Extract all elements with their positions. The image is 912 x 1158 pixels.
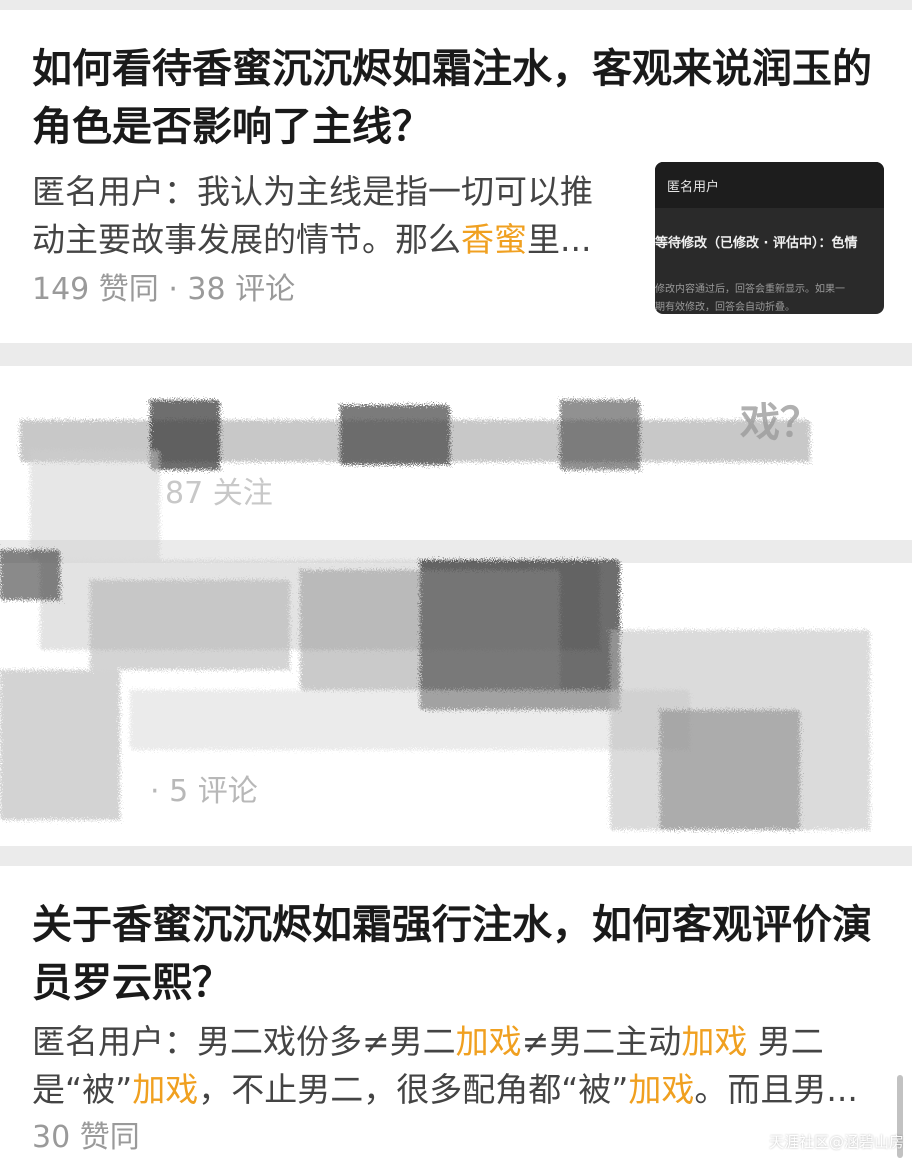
keyword-highlight: 加戏 — [455, 1022, 522, 1061]
excerpt-text: 男二 — [747, 1022, 824, 1061]
redaction-scribble — [0, 400, 870, 830]
answer-excerpt-line-1[interactable]: 匿名用户：我认为主线是指一切可以推 — [32, 168, 593, 216]
answer-excerpt-line-2[interactable]: 是“被”加戏，不止男二，很多配角都“被”加戏。而且男... — [32, 1066, 858, 1114]
thumbnail-status-text: 等待修改（已修改 · 评估中）：色情 — [655, 236, 858, 251]
thumbnail-header: 匿名用户 — [655, 162, 884, 208]
thumbnail-username: 匿名用户 — [667, 180, 720, 195]
question-title[interactable]: 如何看待香蜜沉沉烬如霜注水，客观来说润玉的角色是否影响了主线？ — [32, 40, 872, 156]
keyword-highlight: 香蜜 — [461, 220, 527, 259]
thumbnail-note-2: 期有效修改，回答会自动折叠。 — [655, 302, 795, 313]
excerpt-text: 。而且男... — [694, 1070, 858, 1109]
answer-stats: 149 赞同 · 38 评论 — [32, 272, 296, 307]
excerpt-text: 动主要故事发展的情节。那么 — [32, 220, 461, 259]
feed-card-4[interactable]: 关于香蜜沉沉烬如霜强行注水，如何客观评价演员罗云熙？ 匿名用户：男二戏份多≠男二… — [0, 866, 912, 1158]
keyword-highlight: 加戏 — [681, 1022, 748, 1061]
answer-excerpt-line-1[interactable]: 匿名用户：男二戏份多≠男二加戏≠男二主动加戏 男二 — [32, 1018, 824, 1066]
answer-thumbnail[interactable]: 匿名用户 等待修改（已修改 · 评估中）：色情 修改内容通过后，回答会重新显示。… — [655, 162, 884, 314]
keyword-highlight: 加戏 — [628, 1070, 695, 1109]
answer-excerpt-line-2[interactable]: 动主要故事发展的情节。那么香蜜里... — [32, 216, 591, 264]
feed-card-1[interactable]: 如何看待香蜜沉沉烬如霜注水，客观来说润玉的角色是否影响了主线？ 匿名用户：我认为… — [0, 10, 912, 343]
excerpt-text: 里... — [527, 220, 592, 259]
excerpt-text: ≠男二主动 — [521, 1022, 682, 1061]
watermark: 天涯社区@涵碧山房 — [768, 1133, 904, 1151]
excerpt-text: ，不止男二，很多配角都“被” — [198, 1070, 629, 1109]
excerpt-text: 匿名用户：男二戏份多≠男二 — [32, 1022, 456, 1061]
thumbnail-note-1: 修改内容通过后，回答会重新显示。如果一 — [655, 284, 845, 295]
answer-stats: 30 赞同 — [32, 1120, 140, 1155]
excerpt-text: 是“被” — [32, 1070, 133, 1109]
keyword-highlight: 加戏 — [132, 1070, 199, 1109]
question-title[interactable]: 关于香蜜沉沉烬如霜强行注水，如何客观评价演员罗云熙？ — [32, 896, 872, 1012]
